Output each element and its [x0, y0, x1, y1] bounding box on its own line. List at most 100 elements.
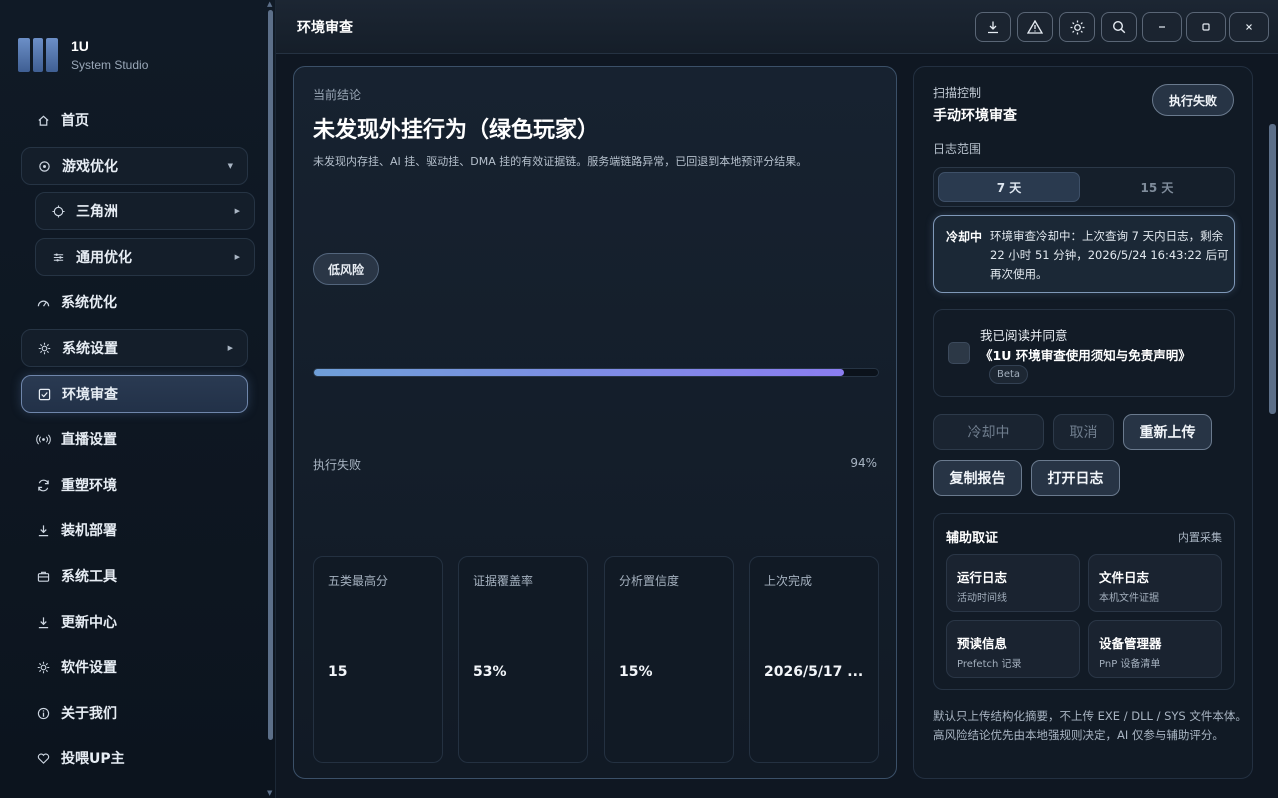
open-log-button[interactable]: 打开日志	[1031, 460, 1120, 496]
sidebar-item-game-optimize[interactable]: 游戏优化 ▼	[21, 147, 248, 185]
warning-button[interactable]	[1017, 12, 1053, 42]
stat-card-last-complete: 上次完成 2026/5/17 ...	[749, 556, 879, 763]
sidebar-item-app-settings[interactable]: 软件设置	[21, 648, 248, 686]
tile-title: 文件日志	[1099, 570, 1150, 585]
agree-checkbox[interactable]	[948, 342, 970, 364]
tile-prefetch[interactable]: 预读信息 Prefetch 记录	[946, 620, 1080, 678]
stat-value: 2026/5/17 ...	[764, 664, 864, 680]
sliders-icon	[50, 249, 66, 265]
sidebar-item-label: 系统设置	[62, 341, 118, 357]
cooldown-tag: 冷却中	[946, 230, 983, 244]
sidebar-scrollbar-thumb[interactable]	[268, 10, 273, 740]
sidebar-item-about[interactable]: 关于我们	[21, 694, 248, 732]
tile-desc: PnP 设备清单	[1099, 659, 1161, 670]
sidebar-item-donate[interactable]: 投喂UP主	[21, 739, 248, 777]
stat-card-max-score: 五类最高分 15	[313, 556, 443, 763]
scan-title: 手动环境审查	[933, 108, 1017, 124]
sidebar-scrollbar[interactable]: ▲ ▼	[267, 0, 275, 798]
maximize-button[interactable]	[1186, 12, 1226, 42]
close-button[interactable]	[1229, 12, 1269, 42]
warning-icon	[1027, 20, 1043, 34]
home-icon	[35, 112, 51, 128]
verdict-title: 未发现外挂行为（绿色玩家）	[313, 118, 600, 143]
tile-desc: 活动时间线	[957, 593, 1007, 604]
sidebar-item-home[interactable]: 首页	[21, 101, 248, 139]
gear-icon	[35, 659, 51, 675]
scan-section-label: 扫描控制	[933, 86, 982, 100]
cooldown-notice: 冷却中 环境审查冷却中：上次查询 7 天内日志，剩余 22 小时 51 分钟，2…	[933, 215, 1235, 293]
tile-device-manager[interactable]: 设备管理器 PnP 设备清单	[1088, 620, 1222, 678]
content-scrollbar-thumb[interactable]	[1269, 124, 1276, 414]
download-icon	[35, 522, 51, 538]
download-icon	[988, 21, 998, 34]
search-button[interactable]	[1101, 12, 1137, 42]
cancel-button[interactable]: 取消	[1053, 414, 1114, 450]
sidebar-item-label: 三角洲	[76, 204, 118, 220]
gear-icon	[36, 340, 52, 356]
sidebar-item-deploy[interactable]: 装机部署	[21, 511, 248, 549]
stat-label: 五类最高分	[328, 574, 389, 588]
download-icon	[35, 614, 51, 630]
close-icon	[1246, 24, 1252, 30]
sidebar-item-label: 投喂UP主	[61, 751, 125, 767]
sidebar-item-system-settings[interactable]: 系统设置 ▶	[21, 329, 248, 367]
scan-control-panel: 扫描控制 手动环境审查 执行失败 日志范围 7 天 15 天 冷却中 环境审查冷…	[913, 66, 1253, 779]
sidebar-item-label: 环境审查	[62, 387, 118, 403]
sidebar-item-env-audit[interactable]: 环境审查	[21, 375, 248, 413]
theme-button[interactable]	[1059, 12, 1095, 42]
sun-icon	[1070, 20, 1084, 34]
page-title: 环境审查	[297, 20, 353, 36]
stat-label: 上次完成	[764, 574, 813, 588]
reupload-button[interactable]: 重新上传	[1123, 414, 1212, 450]
sidebar-item-label: 关于我们	[61, 706, 117, 722]
progress-label: 执行失败	[313, 458, 362, 472]
scroll-up-icon[interactable]: ▲	[267, 0, 272, 8]
stat-value: 15%	[619, 664, 653, 680]
range-option-7d[interactable]: 7 天	[938, 172, 1080, 202]
sidebar-item-label: 装机部署	[61, 523, 117, 539]
title-bar: 环境审查	[276, 0, 1278, 54]
progress-percent: 94%	[850, 456, 877, 470]
sidebar-item-live-settings[interactable]: 直播设置	[21, 420, 248, 458]
heart-icon	[35, 750, 51, 766]
sidebar-item-system-tools[interactable]: 系统工具	[21, 557, 248, 595]
sidebar-item-label: 重塑环境	[61, 478, 117, 494]
caret-right-icon: ▶	[227, 344, 233, 352]
broadcast-icon	[35, 431, 51, 447]
minimize-button[interactable]	[1142, 12, 1182, 42]
caret-right-icon: ▶	[234, 207, 240, 215]
tile-title: 设备管理器	[1099, 636, 1162, 651]
range-option-15d[interactable]: 15 天	[1086, 172, 1228, 202]
tile-desc: Prefetch 记录	[957, 659, 1022, 670]
refresh-icon	[35, 477, 51, 493]
sidebar-item-delta[interactable]: 三角洲 ▶	[35, 192, 255, 230]
agreement-link[interactable]: 《1U 环境审查使用须知与免责声明》	[980, 345, 1191, 364]
tile-file-log[interactable]: 文件日志 本机文件证据	[1088, 554, 1222, 612]
risk-badge: 低风险	[313, 253, 380, 285]
stat-label: 证据覆盖率	[473, 574, 534, 588]
cooldown-button[interactable]: 冷却中	[933, 414, 1044, 450]
sidebar-item-reshape-env[interactable]: 重塑环境	[21, 466, 248, 504]
caret-right-icon: ▶	[234, 253, 240, 261]
copy-report-button[interactable]: 复制报告	[933, 460, 1022, 496]
range-selector: 7 天 15 天	[933, 167, 1235, 207]
gamepad-icon	[36, 158, 52, 174]
status-failed-button[interactable]: 执行失败	[1152, 84, 1234, 116]
minimize-icon	[1159, 26, 1165, 28]
footer-note: 默认只上传结构化摘要，不上传 EXE / DLL / SYS 文件本体。高风险结…	[933, 709, 1247, 742]
sidebar-item-system-optimize[interactable]: 系统优化	[21, 283, 248, 321]
download-button[interactable]	[975, 12, 1011, 42]
stat-value: 53%	[473, 664, 507, 680]
sidebar-item-general-optimize[interactable]: 通用优化 ▶	[35, 238, 255, 276]
sidebar-item-label: 通用优化	[76, 250, 132, 266]
app-name: 1U	[71, 38, 89, 54]
stat-card-coverage: 证据覆盖率 53%	[458, 556, 588, 763]
checkbox-icon	[36, 386, 52, 402]
sidebar-item-update-center[interactable]: 更新中心	[21, 603, 248, 641]
tile-run-log[interactable]: 运行日志 活动时间线	[946, 554, 1080, 612]
scroll-down-icon[interactable]: ▼	[267, 789, 272, 797]
sidebar-item-label: 系统工具	[61, 569, 117, 585]
beta-badge: Beta	[989, 365, 1029, 384]
app-logo: 1U System Studio	[18, 36, 148, 74]
verdict-card: 当前结论 未发现外挂行为（绿色玩家） 未发现内存挂、AI 挂、驱动挂、DMA 挂…	[293, 66, 897, 779]
